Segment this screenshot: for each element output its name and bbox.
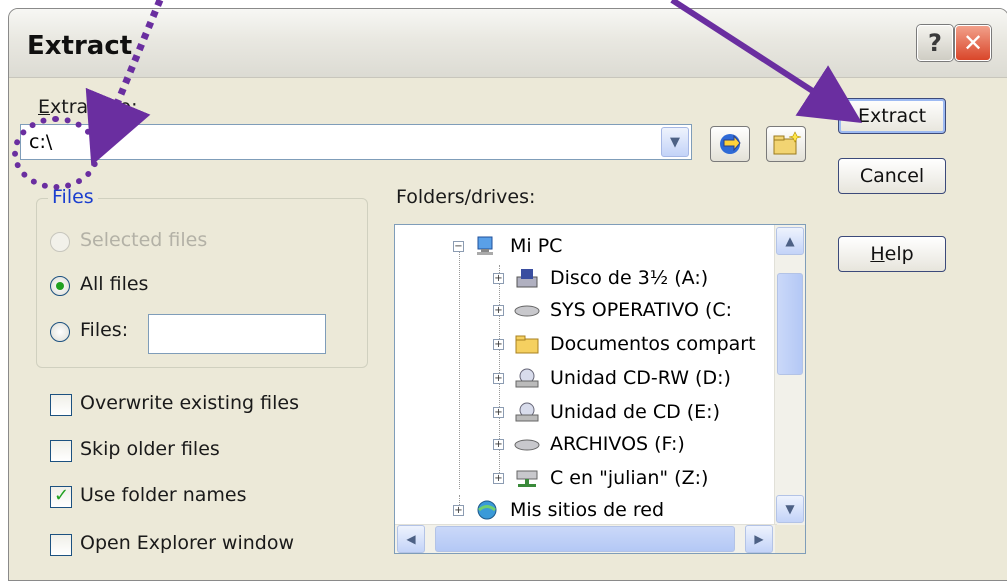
all-files-label: All files bbox=[80, 273, 149, 295]
tree-item-label: Mi PC bbox=[510, 235, 563, 257]
close-button[interactable]: ✕ bbox=[955, 25, 991, 61]
tree-item-label: Documentos compart bbox=[550, 333, 756, 355]
expand-icon[interactable]: + bbox=[453, 504, 464, 516]
folder-icon bbox=[515, 335, 539, 354]
expand-icon[interactable]: + bbox=[493, 472, 504, 484]
expand-icon[interactable]: + bbox=[493, 406, 504, 418]
skip-older-label: Skip older files bbox=[80, 438, 220, 460]
tree-item-cd-rw[interactable]: + Unidad CD-RW (D:) bbox=[493, 363, 731, 393]
tree-item-mis-sitios[interactable]: + Mis sitios de red bbox=[453, 495, 664, 525]
hard-drive-icon bbox=[514, 439, 540, 451]
window-title: Extract bbox=[27, 31, 133, 61]
skip-older-checkbox[interactable] bbox=[50, 440, 72, 462]
folders-tree[interactable]: − Mi PC + Disco de 3½ (A:) + SYS OPERATI… bbox=[394, 224, 806, 554]
tree-item-label: C en "julian" (Z:) bbox=[550, 467, 709, 489]
all-files-radio[interactable] bbox=[50, 276, 70, 296]
tree-item-label: ARCHIVOS (F:) bbox=[550, 433, 685, 455]
tree-item-label: Mis sitios de red bbox=[510, 499, 665, 521]
extract-to-combobox[interactable]: c:\ ▼ bbox=[20, 124, 692, 160]
selected-files-radio[interactable] bbox=[50, 232, 70, 252]
expand-icon[interactable]: + bbox=[493, 438, 504, 450]
vertical-scrollbar[interactable]: ▲ ▼ bbox=[774, 225, 805, 525]
horizontal-scroll-thumb[interactable] bbox=[435, 526, 735, 552]
expand-icon[interactable]: + bbox=[493, 372, 504, 384]
horizontal-scrollbar[interactable]: ◀ ▶ bbox=[395, 524, 777, 553]
cancel-button[interactable]: Cancel bbox=[838, 158, 946, 194]
new-folder-button[interactable] bbox=[766, 126, 806, 162]
title-bar[interactable]: Extract ? ✕ bbox=[9, 9, 1007, 78]
floppy-drive-icon bbox=[516, 269, 538, 288]
tree-item-documentos[interactable]: + Documentos compart bbox=[493, 329, 756, 359]
tree-item-label: Unidad de CD (E:) bbox=[550, 401, 720, 423]
tree-item-sys-operativo[interactable]: + SYS OPERATIVO (C: bbox=[493, 295, 732, 325]
scroll-up-icon[interactable]: ▲ bbox=[776, 227, 804, 255]
scroll-left-icon[interactable]: ◀ bbox=[397, 525, 425, 553]
cd-drive-icon bbox=[515, 402, 539, 422]
files-label: Files: bbox=[80, 319, 129, 341]
tree-item-network-drive[interactable]: + C en "julian" (Z:) bbox=[493, 463, 708, 493]
open-explorer-label: Open Explorer window bbox=[80, 532, 295, 554]
use-folder-names-checkbox[interactable]: ✓ bbox=[50, 485, 72, 508]
help-button[interactable]: Help bbox=[838, 236, 946, 272]
cd-drive-icon bbox=[515, 368, 539, 388]
tree-item-cd[interactable]: + Unidad de CD (E:) bbox=[493, 397, 720, 427]
titlebar-help-button[interactable]: ? bbox=[917, 25, 953, 61]
tree-item-archivos[interactable]: + ARCHIVOS (F:) bbox=[493, 429, 685, 459]
files-filter-input[interactable] bbox=[148, 314, 326, 354]
folders-drives-label: Folders/drives: bbox=[396, 186, 536, 208]
network-drive-icon bbox=[516, 470, 538, 487]
browse-arrow-icon bbox=[720, 134, 741, 154]
extract-to-label: Extract to: bbox=[38, 96, 138, 118]
annotation-circle bbox=[12, 116, 100, 190]
new-folder-icon bbox=[773, 131, 802, 155]
checkmark-icon: ✓ bbox=[54, 485, 70, 506]
use-folder-names-label: Use folder names bbox=[80, 484, 247, 506]
extract-button[interactable]: Extract bbox=[838, 98, 946, 134]
tree-item-label: Disco de 3½ (A:) bbox=[550, 267, 709, 289]
collapse-icon[interactable]: − bbox=[453, 240, 464, 252]
vertical-scroll-thumb[interactable] bbox=[777, 273, 803, 375]
hard-drive-icon bbox=[514, 305, 540, 317]
open-explorer-checkbox[interactable] bbox=[50, 534, 72, 556]
tree-item-label: Unidad CD-RW (D:) bbox=[550, 367, 731, 389]
computer-icon bbox=[477, 236, 493, 255]
tree-item-label: SYS OPERATIVO (C: bbox=[550, 299, 733, 321]
files-radio[interactable] bbox=[50, 322, 70, 342]
chevron-down-icon[interactable]: ▼ bbox=[661, 127, 689, 157]
radio-selected-dot bbox=[56, 282, 64, 290]
expand-icon[interactable]: + bbox=[493, 272, 504, 284]
network-places-icon bbox=[477, 500, 497, 520]
scroll-corner bbox=[775, 525, 805, 553]
overwrite-existing-label: Overwrite existing files bbox=[80, 392, 299, 414]
expand-icon[interactable]: + bbox=[493, 338, 504, 350]
expand-icon[interactable]: + bbox=[493, 304, 504, 316]
browse-button[interactable] bbox=[710, 126, 750, 162]
tree-item-mi-pc[interactable]: − Mi PC bbox=[453, 231, 562, 261]
scroll-right-icon[interactable]: ▶ bbox=[745, 525, 773, 553]
overwrite-existing-checkbox[interactable] bbox=[50, 394, 72, 416]
scroll-down-icon[interactable]: ▼ bbox=[776, 495, 804, 523]
tree-item-floppy[interactable]: + Disco de 3½ (A:) bbox=[493, 263, 708, 293]
selected-files-label: Selected files bbox=[80, 229, 208, 251]
